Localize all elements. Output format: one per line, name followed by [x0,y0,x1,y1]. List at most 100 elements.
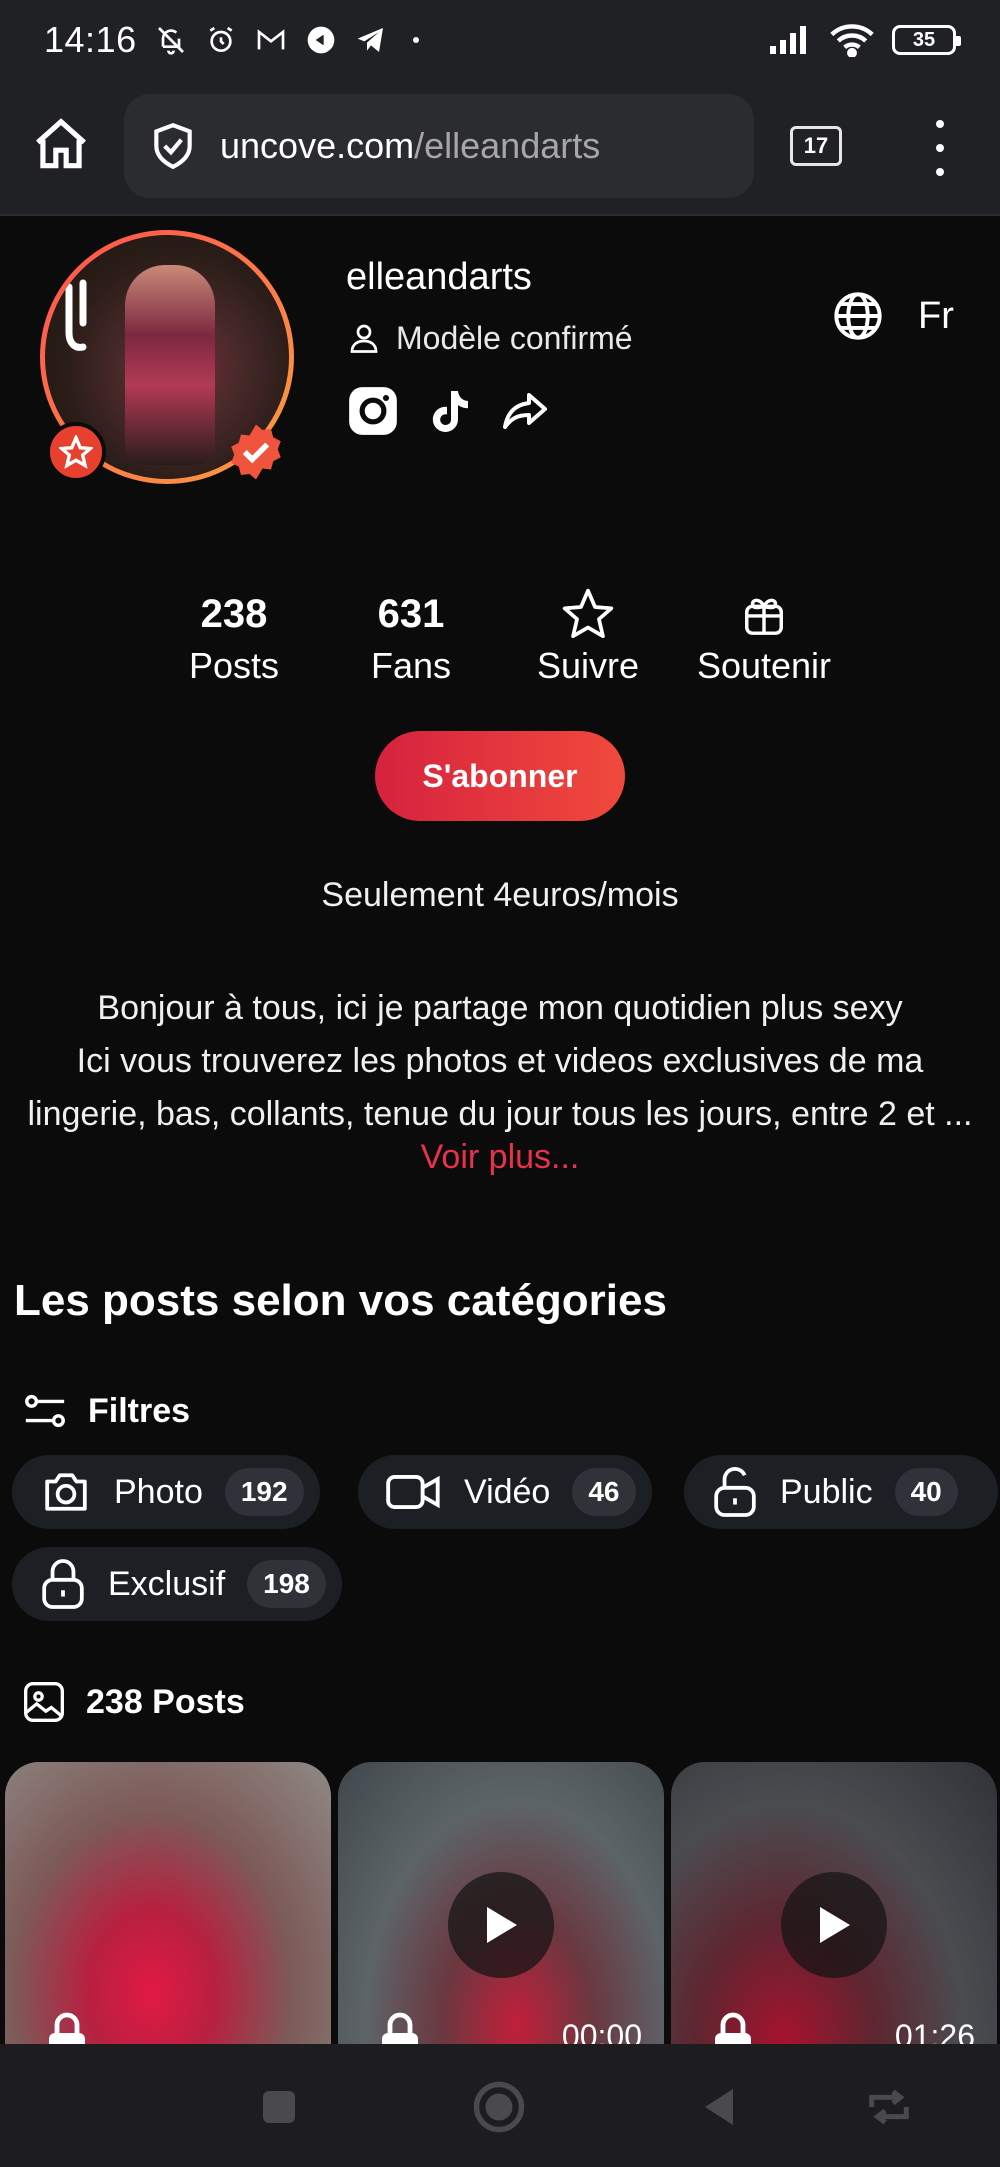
battery-indicator: 35 [892,25,961,55]
share-arrow-icon [503,393,547,429]
chip-exclusive[interactable]: Exclusif 198 [12,1547,342,1621]
play-icon [820,1907,850,1943]
home-nav-button[interactable] [472,2080,526,2134]
social-links [346,384,552,438]
play-button[interactable] [448,1872,554,1978]
bio-line: lingerie, bas, collants, tenue du jour t… [27,1095,973,1133]
posts-count-label: 238 Posts [86,1682,245,1721]
url-domain: uncove.com [220,125,415,166]
star-badge [46,422,106,482]
sliders-icon [25,1394,65,1428]
see-more-link[interactable]: Voir plus... [0,1138,1000,1177]
gift-icon [745,598,783,635]
instagram-button[interactable] [346,384,400,438]
lock-icon [382,2012,418,2044]
posts-label: Posts [188,645,280,686]
more-notifications-dot [412,37,419,43]
status-time: 14:16 [44,19,137,60]
chip-video[interactable]: Vidéo 46 [358,1455,652,1529]
back-button[interactable] [692,2080,746,2134]
signal-icon [770,26,806,54]
circle-icon [473,2081,525,2133]
rotate-button[interactable] [862,2080,916,2134]
tiktok-icon [432,391,468,432]
tab-switcher-button[interactable]: 17 [790,126,842,166]
model-status-text: Modèle confirmé [396,319,633,356]
fans-stat[interactable]: 631 Fans [326,584,496,688]
post-thumbnail[interactable] [5,1762,331,2044]
verified-badge [226,422,286,482]
confirmed-model-label: Modèle confirmé [346,318,633,358]
status-bar: 14:16 35 [0,0,1000,80]
filters-label: Filtres [88,1391,191,1430]
support-button[interactable]: Soutenir [679,584,849,688]
posts-count: 238 [200,592,268,636]
app-icon [307,26,334,54]
bio-line: Bonjour à tous, ici je partage mon quoti… [97,989,903,1027]
uncove-logo-icon [65,279,87,351]
home-icon [36,118,86,169]
browser-toolbar: uncove.com/elleandarts 17 [0,80,1000,216]
globe-icon [834,292,882,340]
video-icon [386,1474,440,1510]
recent-apps-button[interactable] [252,2080,306,2134]
play-button[interactable] [781,1872,887,1978]
status-right: 35 [768,23,961,57]
follow-button[interactable]: Suivre [503,584,673,688]
unlock-icon [714,1467,756,1517]
subscribe-button[interactable]: S'abonner [375,731,625,821]
wifi-icon [830,24,874,57]
follow-label: Suivre [536,645,640,686]
posts-stat[interactable]: 238 Posts [149,584,319,688]
rotate-icon [869,2089,909,2125]
back-triangle-icon [705,2089,733,2125]
browser-menu-button[interactable] [922,120,958,176]
language-selector[interactable]: Fr [832,290,954,342]
chip-photo-label: Photo [114,1472,203,1511]
camera-icon [45,1473,87,1511]
gmail-icon [257,29,284,50]
instagram-icon [349,387,397,435]
language-label: Fr [918,294,954,337]
star-icon [59,435,93,469]
chip-photo-count: 192 [224,1468,304,1516]
play-icon [487,1907,517,1943]
support-label: Soutenir [696,645,832,686]
post-thumbnail[interactable]: 01:26 [671,1762,997,2044]
categories-title: Les posts selon vos catégories [14,1276,667,1325]
chip-video-count: 46 [572,1468,636,1516]
square-icon [263,2091,295,2123]
profile-stats: 238 Posts 631 Fans Suivre Soutenir [150,584,850,694]
bio-line: Ici vous trouverez les photos et videos … [76,1042,924,1080]
image-icon [24,1682,64,1722]
chip-exclusive-count: 198 [247,1560,326,1608]
posts-grid: 00:00 01:26 [0,1762,1000,2044]
profile-bio: Bonjour à tous, ici je partage mon quoti… [24,982,976,1141]
verified-check-icon [231,424,281,480]
share-button[interactable] [498,384,552,438]
url-path: /elleandarts [414,125,601,166]
chip-public-label: Public [780,1472,873,1511]
star-outline-icon [562,588,614,639]
notification-icons [155,24,419,56]
alarm-icon [209,26,233,52]
chip-video-label: Vidéo [464,1472,551,1511]
post-thumbnail[interactable]: 00:00 [338,1762,664,2044]
url-bar[interactable]: uncove.com/elleandarts [124,94,754,198]
chip-public[interactable]: Public 40 [684,1455,998,1529]
system-nav-bar [0,2044,1000,2167]
filters-button[interactable]: Filtres [22,1388,190,1434]
fans-label: Fans [370,645,452,686]
chip-exclusive-label: Exclusif [108,1564,226,1603]
chip-photo[interactable]: Photo 192 [12,1455,320,1529]
tiktok-button[interactable] [422,384,476,438]
lock-icon [715,2012,751,2044]
fans-count: 631 [377,592,445,636]
shield-check-icon [154,122,192,170]
home-button[interactable] [30,114,92,176]
user-icon [350,324,378,353]
lock-icon [42,1559,84,1609]
bell-off-icon [157,27,184,55]
video-duration: 01:26 [894,2018,975,2044]
subscription-price: Seulement 4euros/mois [321,876,679,914]
